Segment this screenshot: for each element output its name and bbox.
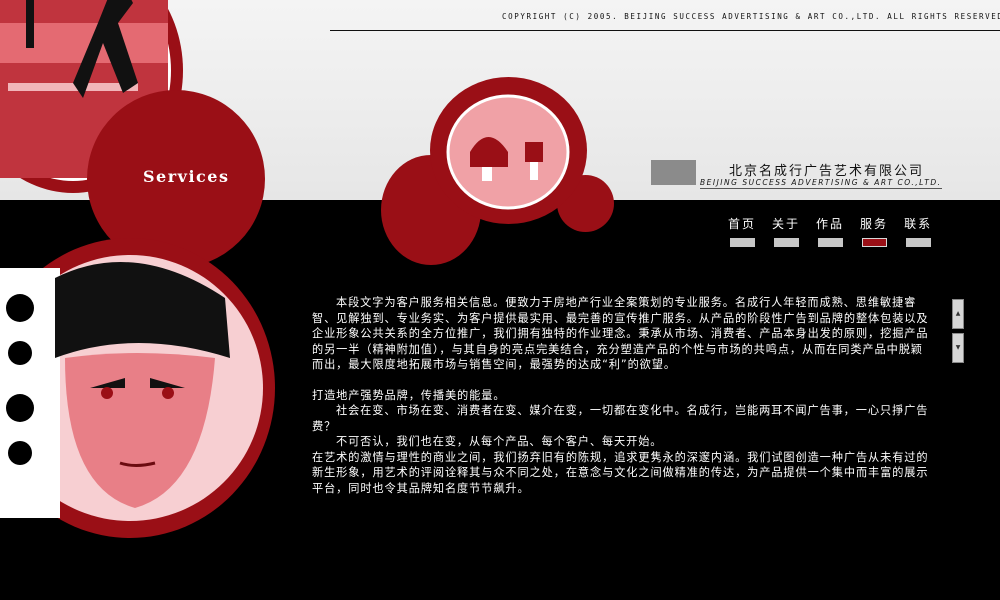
nav-item-works[interactable]: 作品 (816, 215, 844, 247)
nav-label: 联系 (904, 217, 933, 231)
copyright-text: COPYRIGHT (C) 2005. BEIJING SUCCESS ADVE… (502, 12, 1000, 21)
nav-label: 关于 (772, 217, 801, 231)
company-name-cn: 北京名成行广告艺术有限公司 (729, 164, 925, 179)
nav-indicator (729, 238, 755, 247)
nav-indicator (817, 238, 843, 247)
main-nav: 首页 关于 作品 服务 联系 (728, 215, 932, 247)
content-paragraph: 本段文字为客户服务相关信息。便致力于房地产行业全案策划的专业服务。名成行人年轻而… (312, 296, 929, 371)
services-content: 本段文字为客户服务相关信息。便致力于房地产行业全案策划的专业服务。名成行人年轻而… (312, 295, 932, 496)
scroll-up-button[interactable]: ▲ (952, 299, 964, 329)
nav-item-about[interactable]: 关于 (772, 215, 800, 247)
content-heading: 打造地产强势品牌，传播美的能量。 (312, 388, 506, 402)
content-paragraph: 不可否认，我们也在变，从每个产品、每个客户、每天开始。 (336, 435, 663, 448)
nav-indicator-active (861, 238, 887, 247)
scroll-down-button[interactable]: ▼ (952, 333, 964, 363)
nav-indicator (905, 238, 931, 247)
company-logo (651, 160, 696, 185)
nav-item-services[interactable]: 服务 (860, 215, 888, 247)
section-title: Services (143, 167, 230, 186)
man-portrait-illustration (0, 255, 263, 521)
nav-label: 首页 (728, 217, 757, 231)
nav-label: 服务 (860, 217, 889, 231)
portrait-circle (0, 238, 275, 538)
chair-illustration (446, 94, 570, 210)
company-name-en: BEIJING SUCCESS ADVERTISING & ART CO.,LT… (700, 178, 942, 189)
nav-indicator (773, 238, 799, 247)
nav-label: 作品 (816, 217, 845, 231)
nav-item-contact[interactable]: 联系 (904, 215, 932, 247)
chair-circle (430, 77, 587, 224)
content-paragraph: 社会在变、市场在变、消费者在变、媒介在变，一切都在变化中。名成行，岂能两耳不闻广… (312, 404, 929, 433)
header-rule (330, 30, 1000, 31)
content-paragraph: 在艺术的激情与理性的商业之间，我们扬弃旧有的陈规，追求更隽永的深邃内涵。我们试图… (312, 450, 929, 495)
nav-item-home[interactable]: 首页 (728, 215, 756, 247)
